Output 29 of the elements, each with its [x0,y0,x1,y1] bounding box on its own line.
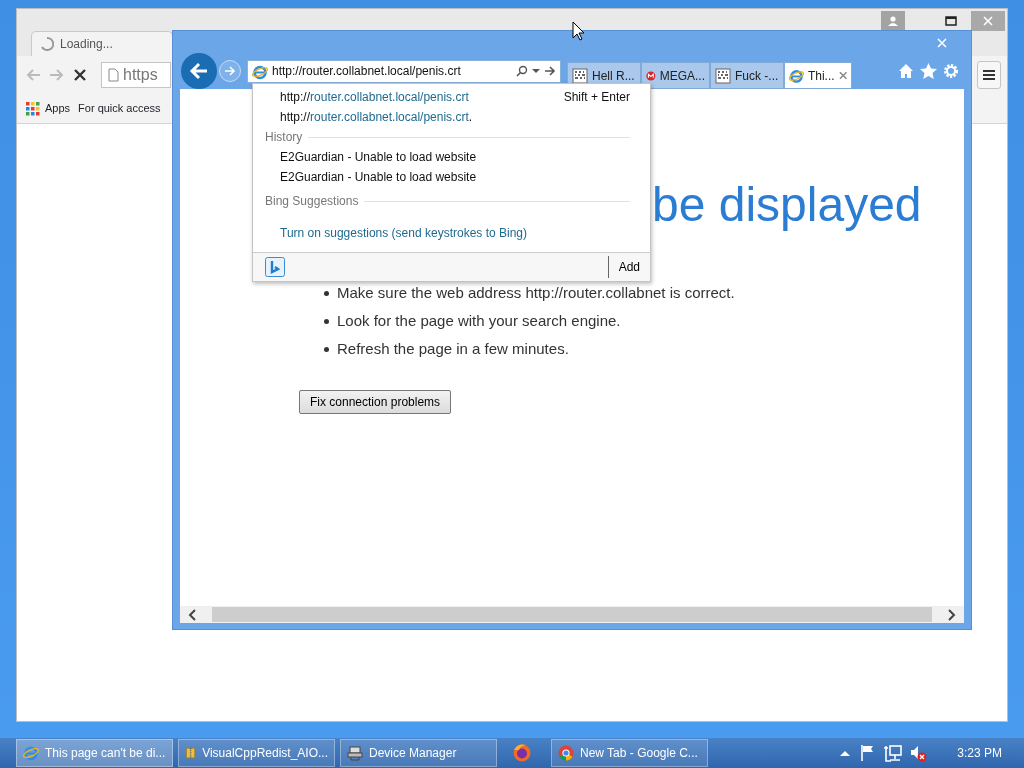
suggested-url: http://router.collabnet.local/penis.crt [280,89,469,105]
bookmark-link[interactable]: Apps [25,100,71,117]
browser-tab[interactable]: MEGA... [641,62,710,89]
add-button[interactable]: Add [607,256,640,278]
suggestions-link[interactable]: Turn on suggestions (send keystrokes to Bing) [253,211,650,243]
history-item[interactable]: E2Guardian - Unable to load website [253,147,650,167]
page-heading: be displayed [652,179,922,231]
taskbar-button[interactable]: VisualCppRedist_AIO... [178,739,335,767]
suggested-url: http://router.collabnet.local/penis.crt. [280,109,473,125]
address-field[interactable]: https [101,62,171,88]
taskbar-button[interactable]: Device Manager [340,739,497,767]
browser-tab[interactable]: Loading... [31,31,173,56]
browser-tab[interactable]: Fuck -... [710,62,784,89]
address-field[interactable]: http://router.collabnet.local/penis.crt [247,59,561,83]
suggestion-item[interactable]: http://router.collabnet.local/penis.crt. [253,107,650,127]
bullet-text: Make sure the web address http://router.collabnet is correct. [337,282,735,303]
address-text: https [123,65,158,85]
suggestion-item[interactable]: http://router.collabnet.local/penis.crt Shift + Enter [253,87,650,107]
shortcut-hint: Shift + Enter [563,89,630,105]
section-heading: Bing Suggestions [265,193,359,209]
section-heading: History [265,129,303,145]
bookmark-link[interactable]: For quick access [78,100,161,117]
bullet-text: Look for the page with your search engine. [337,310,621,331]
bullet-text: Refresh the page in a few minutes. [337,338,569,359]
clock-text[interactable]: 3:23 PM [957,744,1002,762]
taskbar-button[interactable]: New Tab - Google C... [551,739,708,767]
history-item[interactable]: E2Guardian - Unable to load website [253,167,650,187]
browser-tab[interactable]: Thi... [784,62,852,89]
fix-connection-button[interactable]: Fix connection problems [299,390,452,414]
